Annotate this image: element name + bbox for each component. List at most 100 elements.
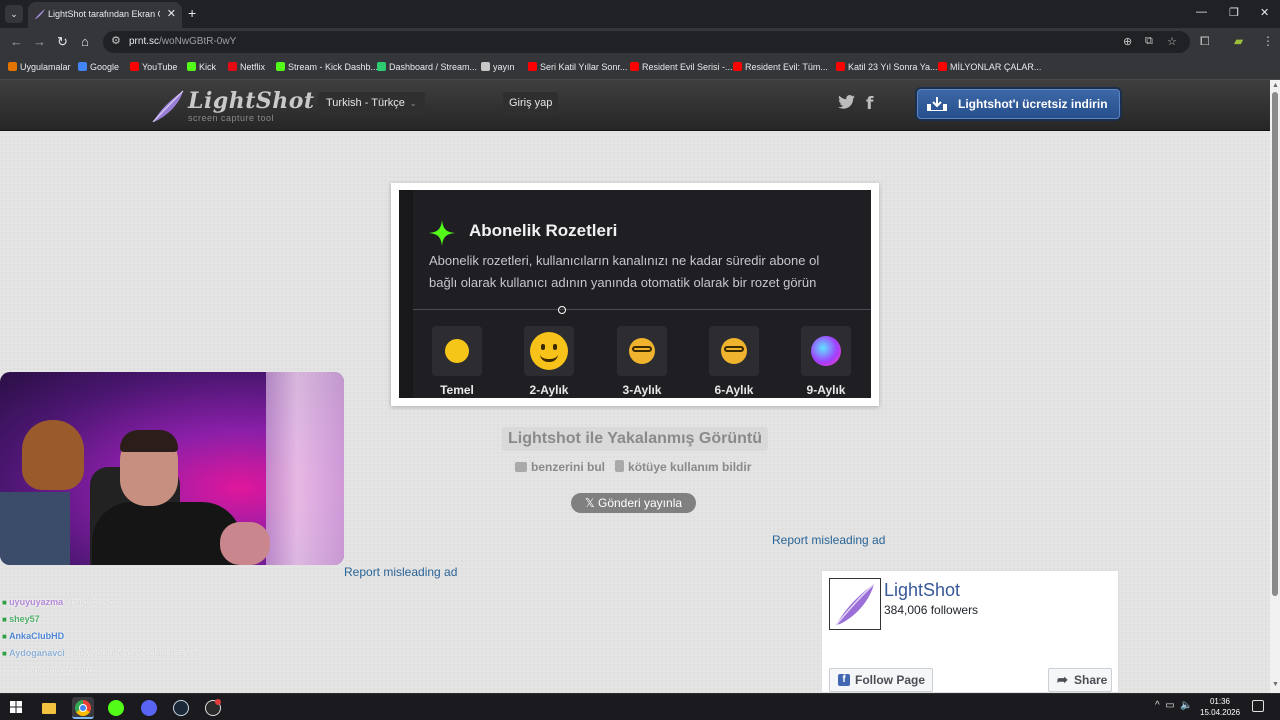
youtube-icon bbox=[938, 62, 947, 71]
bookmark-item[interactable]: Seri Katil Yıllar Sonr... bbox=[528, 62, 627, 72]
clock[interactable]: 01:36 15.04.2026 bbox=[1200, 696, 1240, 718]
tray-expand-icon[interactable]: ^ bbox=[1155, 700, 1160, 711]
profile-icon[interactable]: ▰ bbox=[1234, 34, 1243, 48]
curtain bbox=[266, 372, 344, 565]
chat-message: ■ uyuyuyazma : bakt' ön yoşa bbox=[2, 597, 124, 607]
bookmarks-bar: Uygulamalar Google YouTube Kick Netflix Strea… bbox=[0, 56, 1280, 80]
restore-icon[interactable]: ❐ bbox=[1229, 6, 1239, 19]
zoom-icon[interactable]: ⊕ bbox=[1123, 35, 1132, 48]
badge-temel-icon bbox=[445, 339, 469, 363]
bookmark-item[interactable]: Google bbox=[78, 62, 119, 72]
tab-close-icon[interactable]: ✕ bbox=[167, 7, 176, 20]
find-similar-link[interactable]: benzerini bul bbox=[531, 460, 605, 474]
chrome-icon[interactable] bbox=[72, 697, 94, 719]
scroll-down-icon[interactable]: ▼ bbox=[1272, 681, 1279, 688]
page-avatar[interactable] bbox=[829, 578, 881, 630]
minimize-icon[interactable]: — bbox=[1196, 6, 1207, 18]
bookmark-item[interactable]: MİLYONLAR ÇALAR... bbox=[938, 62, 1041, 72]
network-icon[interactable]: ▭ bbox=[1165, 700, 1174, 711]
obs-recording-icon[interactable] bbox=[202, 697, 224, 719]
badge-label: Temel bbox=[440, 383, 474, 397]
post-to-x-button[interactable]: 𝕏 Gönderi yayınla bbox=[571, 493, 696, 513]
report-ad-link[interactable]: Report misleading ad bbox=[772, 533, 885, 547]
kick-icon bbox=[187, 62, 196, 71]
bookmark-item[interactable]: Katil 23 Yıl Sonra Ya... bbox=[836, 62, 938, 72]
window-close-icon[interactable]: ✕ bbox=[1260, 6, 1269, 19]
follow-page-button[interactable]: f Follow Page bbox=[829, 668, 933, 692]
bookmark-item[interactable]: Resident Evil Serisi -... bbox=[630, 62, 733, 72]
chat-badge-icon: ■ bbox=[2, 598, 10, 607]
subscription-badges-panel: Abonelik Rozetleri Abonelik rozetleri, k… bbox=[413, 190, 871, 398]
captured-screenshot[interactable]: Abonelik Rozetleri Abonelik rozetleri, k… bbox=[399, 190, 871, 398]
dashboard-icon bbox=[377, 62, 386, 71]
badge-label: 3-Aylık bbox=[622, 383, 662, 397]
bookmark-item[interactable]: Uygulamalar bbox=[8, 62, 71, 72]
windows-taskbar: ^ ▭ 🔈 01:36 15.04.2026 bbox=[0, 693, 1280, 720]
back-icon[interactable]: ← bbox=[10, 34, 23, 50]
facebook-icon[interactable]: f bbox=[866, 94, 873, 114]
logo-text[interactable]: LightShot bbox=[188, 88, 315, 114]
url-text[interactable]: prnt.sc/woNwGBtR-0wY bbox=[129, 36, 236, 47]
folder-icon bbox=[481, 62, 490, 71]
menu-icon[interactable]: ⋮ bbox=[1262, 34, 1274, 48]
scroll-up-icon[interactable]: ▲ bbox=[1272, 82, 1279, 89]
chat-text: bakt' ön yoşa bbox=[70, 597, 124, 607]
chat-text: birinin anasına sövmüş bbox=[2, 665, 95, 675]
chat-username: uyuyuyazma bbox=[9, 597, 64, 607]
youtube-icon bbox=[528, 62, 537, 71]
bookmark-item[interactable]: Dashboard / Stream... bbox=[377, 62, 477, 72]
reload-icon[interactable]: ↻ bbox=[57, 34, 68, 50]
steam-icon[interactable] bbox=[170, 697, 192, 719]
login-button[interactable]: Giriş yap bbox=[503, 92, 559, 116]
chat-message: birinin anasına sövmüş bbox=[2, 662, 262, 679]
bookmark-item[interactable]: Resident Evil: Tüm... bbox=[733, 62, 828, 72]
webcam-overlay bbox=[0, 372, 344, 565]
badge-galaxy-icon bbox=[811, 336, 841, 366]
image-actions: benzerini bul kötüye kullanım bildir bbox=[515, 460, 751, 474]
logo-subtitle: screen capture tool bbox=[188, 113, 275, 123]
lightshot-feather-icon bbox=[835, 583, 875, 626]
twitter-icon[interactable] bbox=[838, 95, 855, 109]
report-abuse-link[interactable]: kötüye kullanım bildir bbox=[628, 460, 751, 474]
mouse-cursor-icon bbox=[558, 306, 566, 314]
site-info-icon[interactable]: ⚙ bbox=[111, 34, 121, 47]
badge-smile-icon bbox=[530, 332, 568, 370]
bookmark-item[interactable]: Stream - Kick Dashb... bbox=[276, 62, 378, 72]
volume-icon[interactable]: 🔈 bbox=[1180, 700, 1192, 711]
chat-badge-icon: ■ bbox=[2, 649, 10, 658]
bookmark-item[interactable]: Kick bbox=[187, 62, 216, 72]
file-explorer-icon[interactable] bbox=[38, 697, 60, 719]
bookmark-star-icon[interactable]: ☆ bbox=[1167, 35, 1177, 48]
scrollbar-thumb[interactable] bbox=[1272, 92, 1278, 596]
youtube-icon bbox=[836, 62, 845, 71]
badge-2-ayl bbox=[524, 326, 574, 376]
system-tray[interactable]: ^ ▭ 🔈 bbox=[1155, 700, 1193, 711]
scrollbar[interactable]: ▲ ▼ bbox=[1270, 80, 1280, 693]
chat-text: tedy youtube da peciagi ifşa var bbox=[72, 648, 199, 658]
active-tab[interactable]: LightShot tarafından Ekran Görüntüsü ✕ bbox=[28, 2, 182, 28]
report-ad-link[interactable]: Report misleading ad bbox=[344, 565, 457, 579]
share-button[interactable]: ➦ Share bbox=[1048, 668, 1112, 692]
windows-start-icon[interactable] bbox=[10, 701, 22, 713]
browser-toolbar: ← → ↻ ⌂ ⚙ prnt.sc/woNwGBtR-0wY ⊕ ⧉ ☆ ⧠ ▰… bbox=[0, 28, 1280, 56]
extensions-icon[interactable]: ⧠ bbox=[1200, 34, 1210, 49]
install-app-icon[interactable]: ⧉ bbox=[1145, 35, 1153, 48]
bookmark-item[interactable]: YouTube bbox=[130, 62, 177, 72]
home-icon[interactable]: ⌂ bbox=[81, 34, 89, 50]
download-button[interactable]: Lightshot'ı ücretsiz indirin bbox=[917, 89, 1120, 119]
language-select[interactable]: Turkish - Türkçe ⌄ bbox=[318, 92, 425, 116]
page-name[interactable]: LightShot bbox=[884, 580, 960, 601]
tab-search-button[interactable]: ⌄ bbox=[5, 5, 23, 23]
facebook-icon: f bbox=[838, 674, 850, 686]
discord-icon[interactable] bbox=[138, 697, 160, 719]
badge-6-ayl bbox=[709, 326, 759, 376]
badge-nerd-icon bbox=[629, 338, 655, 364]
kick-app-icon[interactable] bbox=[105, 697, 127, 719]
new-tab-button[interactable]: + bbox=[188, 5, 196, 21]
lightshot-favicon-icon bbox=[35, 9, 45, 19]
notification-icon[interactable] bbox=[1252, 700, 1264, 712]
forward-icon[interactable]: → bbox=[33, 34, 46, 50]
bookmark-item[interactable]: yayın bbox=[481, 62, 515, 72]
bookmark-item[interactable]: Netflix bbox=[228, 62, 265, 72]
address-bar[interactable]: ⚙ prnt.sc/woNwGBtR-0wY ⊕ ⧉ ☆ bbox=[103, 31, 1190, 53]
